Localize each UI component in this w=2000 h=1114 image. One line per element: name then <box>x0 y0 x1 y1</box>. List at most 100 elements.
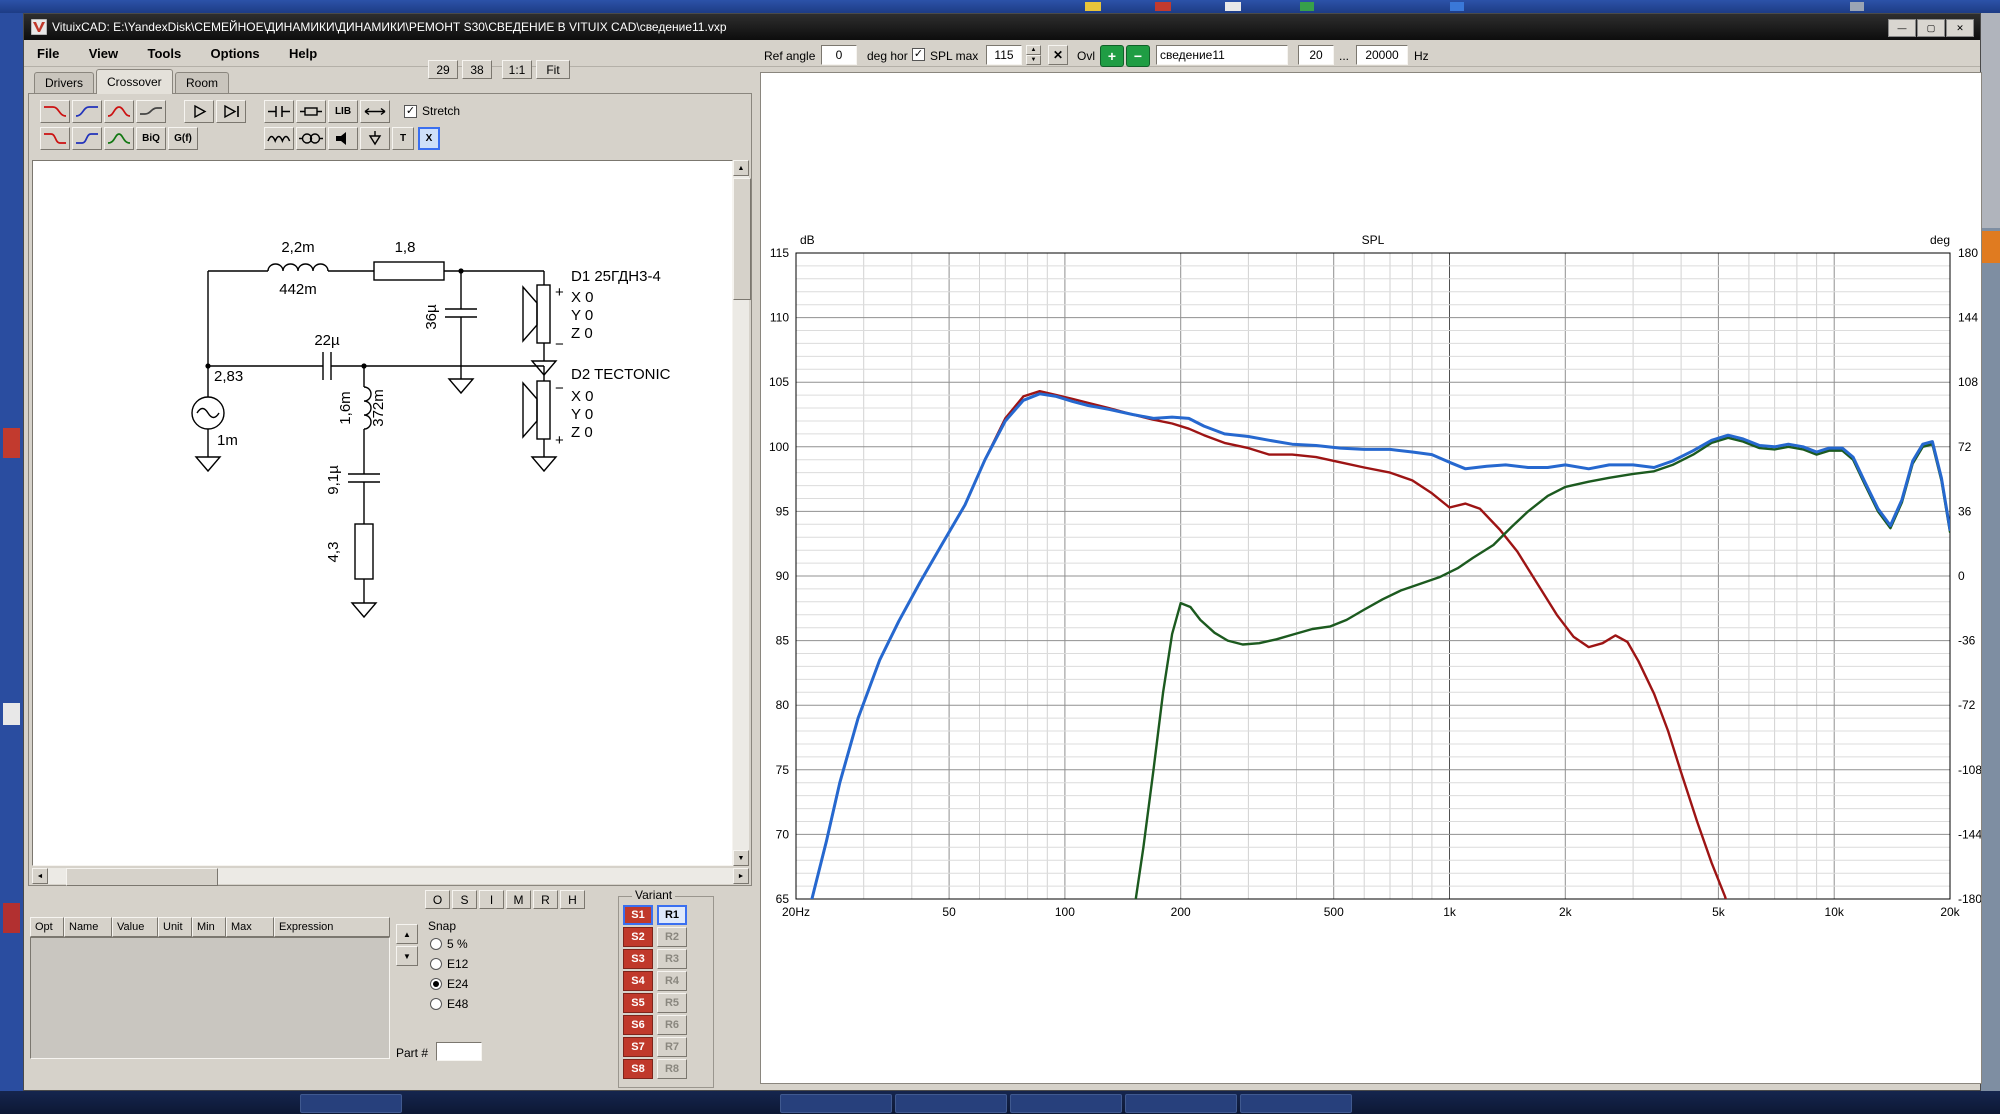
inductor-l1[interactable]: 2,2m 442m <box>268 239 328 298</box>
taskbar-item[interactable] <box>895 1094 1007 1113</box>
capacitor-c1[interactable]: 36µ <box>423 304 477 393</box>
title-bar[interactable]: VituixCAD: E:\YandexDisk\СЕМЕЙНОЕ\ДИНАМИ… <box>24 14 1980 40</box>
variant-r6-button[interactable]: R6 <box>657 1015 687 1035</box>
spl-max-input[interactable] <box>986 45 1022 65</box>
stretch-checkbox[interactable]: ✓ <box>404 105 417 118</box>
schematic-vscroll[interactable]: ▲ ▼ <box>733 160 749 866</box>
clear-overlays-button[interactable]: ✕ <box>1048 45 1068 65</box>
maximize-button[interactable]: ▢ <box>1917 19 1945 37</box>
variant-r7-button[interactable]: R7 <box>657 1037 687 1057</box>
menu-options[interactable]: Options <box>198 41 273 66</box>
lowpass-filter-button[interactable] <box>40 100 70 123</box>
variant-r2-button[interactable]: R2 <box>657 927 687 947</box>
row-up-button[interactable]: ▲ <box>396 924 418 944</box>
col-header-max[interactable]: Max <box>226 917 274 937</box>
variant-r1-button[interactable]: R1 <box>657 905 687 925</box>
resistor-tool-button[interactable] <box>296 100 326 123</box>
ref-angle-input[interactable] <box>821 45 857 65</box>
col-header-expression[interactable]: Expression <box>274 917 390 937</box>
minimize-button[interactable]: — <box>1888 19 1916 37</box>
inductor-tool-button[interactable] <box>264 127 294 150</box>
resistor-r2[interactable]: 4,3 <box>325 524 376 617</box>
grid-size-y[interactable]: 38 <box>462 60 492 79</box>
scroll-right-button[interactable]: ► <box>733 868 749 884</box>
variant-s6-button[interactable]: S6 <box>623 1015 653 1035</box>
part-number-input[interactable] <box>436 1042 482 1061</box>
tab-room[interactable]: Room <box>175 72 229 93</box>
optimizer-s-button[interactable]: S <box>452 890 477 909</box>
taskbar-item[interactable] <box>300 1094 402 1113</box>
overlay-remove-button[interactable]: − <box>1126 45 1150 67</box>
freq-min-input[interactable] <box>1298 45 1334 65</box>
col-header-unit[interactable]: Unit <box>158 917 192 937</box>
peak-filter-button[interactable] <box>104 100 134 123</box>
taskbar-item[interactable] <box>780 1094 892 1113</box>
inductor-l2[interactable]: 1,6m 372m <box>337 387 387 429</box>
highpass-filter-button[interactable] <box>72 100 102 123</box>
variant-s8-button[interactable]: S8 <box>623 1059 653 1079</box>
menu-tools[interactable]: Tools <box>134 41 194 66</box>
shelf-filter-button[interactable] <box>136 100 166 123</box>
variant-r3-button[interactable]: R3 <box>657 949 687 969</box>
zoom-1to1-button[interactable]: 1:1 <box>502 60 532 79</box>
scroll-down-button[interactable]: ▼ <box>733 850 749 866</box>
t-button[interactable]: T <box>392 127 414 150</box>
variant-r5-button[interactable]: R5 <box>657 993 687 1013</box>
variant-s5-button[interactable]: S5 <box>623 993 653 1013</box>
optimizer-m-button[interactable]: M <box>506 890 531 909</box>
resistor-r1[interactable]: 1,8 <box>374 239 444 280</box>
snap-e12-radio[interactable] <box>430 958 442 970</box>
lowpass2-filter-button[interactable] <box>40 127 70 150</box>
variant-s4-button[interactable]: S4 <box>623 971 653 991</box>
variant-r4-button[interactable]: R4 <box>657 971 687 991</box>
col-header-value[interactable]: Value <box>112 917 158 937</box>
scroll-up-button[interactable]: ▲ <box>733 160 749 176</box>
overlay-name-input[interactable] <box>1156 45 1288 65</box>
snap-e24-radio[interactable] <box>430 978 442 990</box>
table-body[interactable] <box>30 937 390 1059</box>
tab-drivers[interactable]: Drivers <box>34 72 94 93</box>
variant-s2-button[interactable]: S2 <box>623 927 653 947</box>
variant-s3-button[interactable]: S3 <box>623 949 653 969</box>
freq-max-input[interactable] <box>1356 45 1408 65</box>
capacitor-c2[interactable]: 22µ <box>314 332 340 380</box>
capacitor-tool-button[interactable] <box>264 100 294 123</box>
polarity-tool-button[interactable] <box>360 127 390 150</box>
snap-e48-radio[interactable] <box>430 998 442 1010</box>
stretch-option[interactable]: ✓ Stretch <box>404 104 460 118</box>
menu-help[interactable]: Help <box>276 41 330 66</box>
driver-d2[interactable]: − + D2 TECTONIC X 0 Y 0 Z 0 <box>523 366 671 471</box>
library-button[interactable]: LIB <box>328 100 358 123</box>
hscroll-thumb[interactable] <box>66 868 218 886</box>
menu-file[interactable]: File <box>24 41 72 66</box>
zoom-fit-button[interactable]: Fit <box>536 60 570 79</box>
spl-graph-panel[interactable]: 1151101051009590858075706518014410872360… <box>760 72 1982 1084</box>
tab-crossover[interactable]: Crossover <box>96 69 173 94</box>
spl-max-spin-up[interactable]: ▲ <box>1026 45 1041 55</box>
vscroll-thumb[interactable] <box>733 178 751 300</box>
bandpass-filter-button[interactable] <box>104 127 134 150</box>
run-to-button[interactable] <box>216 100 246 123</box>
close-button[interactable]: ✕ <box>1946 19 1974 37</box>
x-button[interactable]: X <box>418 127 440 150</box>
transformer-tool-button[interactable] <box>296 127 326 150</box>
gf-button[interactable]: G(f) <box>168 127 198 150</box>
schematic-hscroll[interactable]: ◄ ► <box>32 868 749 884</box>
optimizer-o-button[interactable]: O <box>425 890 450 909</box>
variant-r8-button[interactable]: R8 <box>657 1059 687 1079</box>
scroll-left-button[interactable]: ◄ <box>32 868 48 884</box>
col-header-name[interactable]: Name <box>64 917 112 937</box>
grid-size-x[interactable]: 29 <box>428 60 458 79</box>
variant-s1-button[interactable]: S1 <box>623 905 653 925</box>
wire-tool-button[interactable] <box>360 100 390 123</box>
overlay-add-button[interactable]: + <box>1100 45 1124 67</box>
col-header-opt[interactable]: Opt <box>30 917 64 937</box>
optimizer-h-button[interactable]: H <box>560 890 585 909</box>
optimizer-i-button[interactable]: I <box>479 890 504 909</box>
signal-source[interactable]: 2,83 1m <box>192 368 243 471</box>
taskbar-item[interactable] <box>1240 1094 1352 1113</box>
run-button[interactable] <box>184 100 214 123</box>
schematic-canvas[interactable]: 2,2m 442m 1,8 36µ <box>32 160 733 866</box>
spl-max-spin-down[interactable]: ▼ <box>1026 55 1041 65</box>
row-down-button[interactable]: ▼ <box>396 946 418 966</box>
